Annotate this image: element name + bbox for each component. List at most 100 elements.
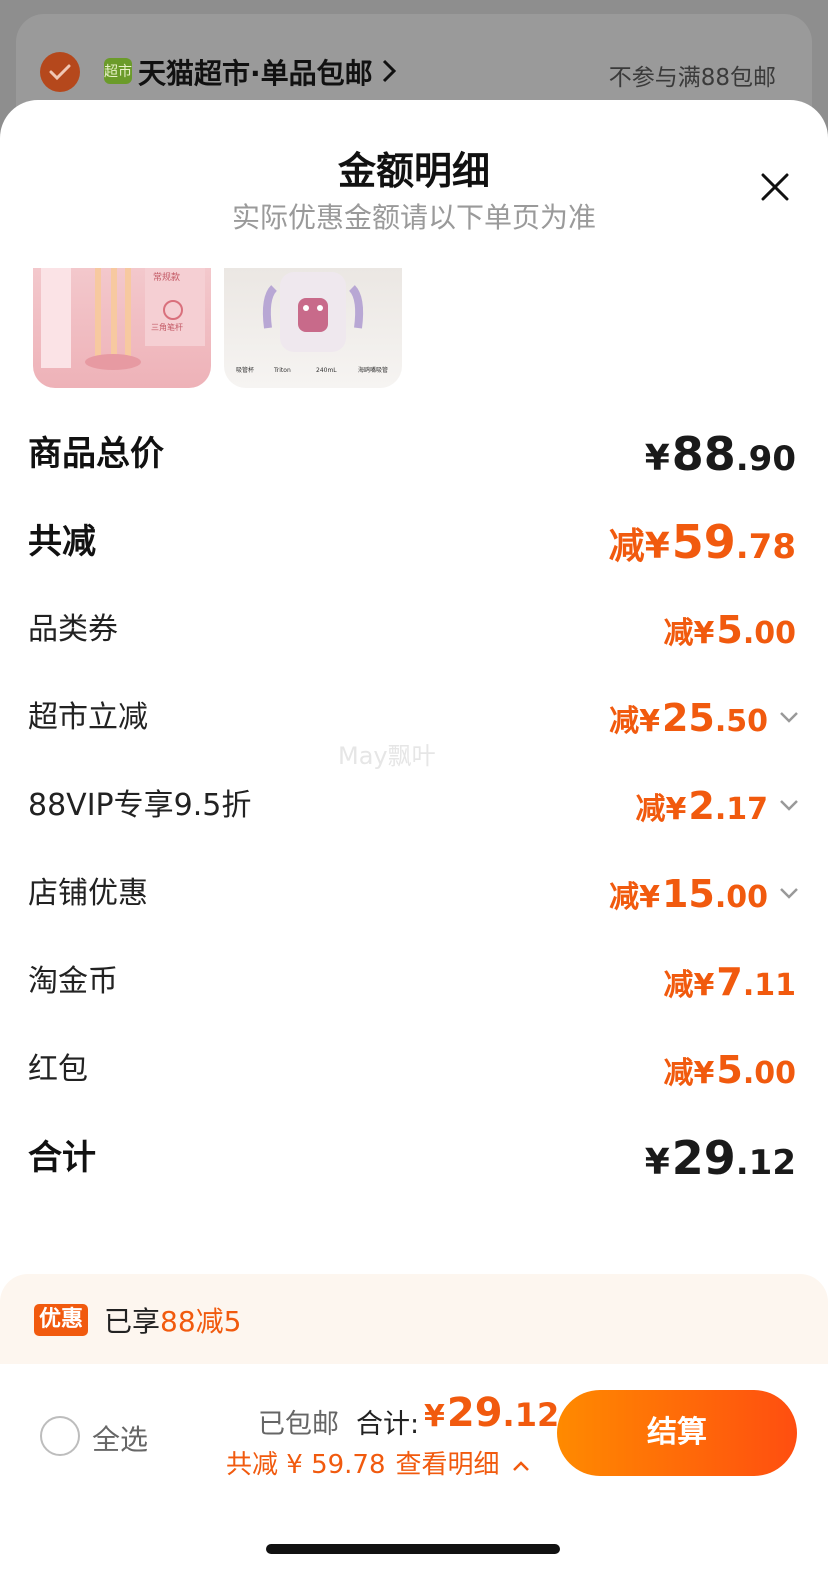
- total-label: 合计:: [356, 1409, 420, 1440]
- checkout-button[interactable]: 结算: [557, 1390, 797, 1476]
- row-label: 合计: [28, 1138, 96, 1178]
- watermark: May飘叶: [338, 742, 436, 770]
- row-label: 88VIP专享9.5折: [28, 788, 252, 823]
- promo-bar: 优惠 已享88减5: [0, 1274, 828, 1364]
- currency-symbol: ¥: [693, 1056, 715, 1091]
- total-amount: ¥29.12: [424, 1390, 559, 1436]
- row-label: 商品总价: [28, 434, 164, 474]
- amount-int: 5: [716, 608, 743, 652]
- row-shop-discount[interactable]: 店铺优惠 减¥15.00: [0, 864, 828, 924]
- currency-symbol: ¥: [693, 968, 715, 1003]
- product-thumbnail-cup[interactable]: 吸管杯 Triton 240mL 海鸥嘴吸管: [224, 268, 402, 388]
- chevron-down-icon[interactable]: [778, 794, 800, 816]
- check-icon: [49, 64, 71, 81]
- row-sum: 合计 ¥29.12: [0, 1128, 828, 1188]
- pen-product-image: 常规款 三角笔杆: [41, 268, 205, 370]
- spec-1: 吸管杯: [236, 366, 254, 374]
- row-taojinbi: 淘金币 减¥7.11: [0, 952, 828, 1012]
- amount-int: 29: [446, 1390, 503, 1436]
- row-amount: 减¥25.50: [609, 688, 768, 756]
- currency-symbol: ¥: [644, 1142, 670, 1183]
- sheet-subtitle: 实际优惠金额请以下单页为准: [231, 201, 596, 234]
- chevron-down-icon[interactable]: [778, 706, 800, 728]
- chevron-down-icon[interactable]: [778, 882, 800, 904]
- store-note: 不参与满88包邮: [608, 65, 776, 91]
- amount-int: 88: [671, 427, 736, 481]
- checkout-footer: 全选 已包邮 合计: ¥29.12 共减 ¥ 59.78 查看明细 结算: [0, 1364, 828, 1576]
- promo-tag: 优惠: [34, 1304, 89, 1336]
- currency-symbol: ¥: [665, 792, 687, 827]
- product-thumbnail-pens[interactable]: 常规款 三角笔杆: [33, 268, 211, 388]
- amount-dec: .00: [714, 880, 768, 915]
- view-detail-link[interactable]: 查看明细: [396, 1450, 500, 1480]
- row-amount: 减¥59.78: [609, 512, 796, 583]
- amount-dec: .90: [735, 439, 796, 479]
- row-label: 店铺优惠: [28, 876, 148, 911]
- amount-dec: .78: [735, 527, 796, 567]
- spec-4: 海鸥嘴吸管: [358, 366, 388, 374]
- reduce-prefix: 减: [635, 792, 666, 827]
- select-all-label[interactable]: 全选: [92, 1418, 148, 1458]
- currency-symbol: ¥: [644, 526, 670, 567]
- supermarket-badge: 超市: [104, 58, 132, 84]
- reduce-prefix: 减: [608, 526, 645, 567]
- spec-3: 240mL: [316, 367, 337, 374]
- reduce-prefix: 减: [609, 704, 640, 739]
- amount-dec: .17: [714, 792, 768, 827]
- currency-symbol: ¥: [639, 880, 660, 915]
- row-amount: ¥88.90: [645, 424, 796, 495]
- amount-dec: .11: [742, 968, 796, 1003]
- currency-symbol: ¥: [644, 438, 670, 479]
- currency-symbol: ¥: [693, 616, 715, 651]
- amount-dec: .12: [502, 1396, 560, 1434]
- row-amount: 减¥5.00: [664, 600, 796, 668]
- cup-product-image: 吸管杯 Triton 240mL 海鸥嘴吸管: [236, 272, 388, 374]
- row-vip-discount[interactable]: 88VIP专享9.5折 减¥2.17: [0, 776, 828, 836]
- reduce-prefix: 减: [663, 968, 694, 1003]
- amount-dec: .00: [742, 1056, 796, 1091]
- row-red-packet: 红包 减¥5.00: [0, 1040, 828, 1100]
- row-label: 淘金币: [28, 964, 118, 999]
- currency-symbol: ¥: [424, 1399, 445, 1434]
- promo-highlight: 88减5: [160, 1305, 242, 1338]
- amount-detail-sheet: 金额明细 实际优惠金额请以下单页为准 常规款 三角笔杆 吸管杯 Triton 2…: [0, 100, 828, 1576]
- row-label: 品类券: [28, 612, 118, 647]
- row-amount: ¥29.12: [645, 1128, 796, 1199]
- thumb-label-top: 常规款: [153, 271, 180, 283]
- select-all-radio[interactable]: [40, 1416, 80, 1456]
- amount-int: 5: [716, 1048, 743, 1092]
- chevron-up-icon[interactable]: [512, 1459, 530, 1473]
- row-label: 共减: [28, 522, 96, 562]
- home-indicator[interactable]: [266, 1544, 560, 1554]
- row-total-reduce: 共减 减¥59.78: [0, 512, 828, 572]
- promo-text: 已享88减5: [104, 1300, 241, 1340]
- close-icon[interactable]: [758, 170, 792, 204]
- row-amount: 减¥5.00: [664, 1040, 796, 1108]
- amount-int: 15: [661, 872, 715, 916]
- amount-int: 29: [671, 1131, 736, 1185]
- reduce-prefix: 减: [609, 880, 640, 915]
- spec-2: Triton: [273, 367, 291, 374]
- thumb-label-bottom: 三角笔杆: [151, 322, 183, 332]
- amount-int: 2: [688, 784, 715, 828]
- promo-text-prefix: 已享: [104, 1305, 161, 1338]
- store-name[interactable]: 天猫超市·单品包邮: [138, 52, 373, 92]
- amount-int: 25: [661, 696, 715, 740]
- amount-dec: .12: [735, 1143, 796, 1183]
- row-amount: 减¥7.11: [664, 952, 796, 1020]
- row-label: 超市立减: [28, 700, 148, 735]
- sheet-title: 金额明细: [337, 149, 490, 193]
- amount-int: 7: [716, 960, 743, 1004]
- chevron-right-icon[interactable]: [380, 58, 398, 84]
- currency-symbol: ¥: [639, 704, 660, 739]
- row-goods-total: 商品总价 ¥88.90: [0, 424, 828, 484]
- amount-int: 59: [671, 515, 736, 569]
- row-label: 红包: [28, 1052, 88, 1087]
- row-amount: 减¥2.17: [636, 776, 768, 844]
- saved-line[interactable]: 共减 ¥ 59.78 查看明细: [226, 1444, 530, 1481]
- saved-amount: 共减 ¥ 59.78: [226, 1450, 386, 1480]
- row-amount: 减¥15.00: [609, 864, 768, 932]
- store-checkbox[interactable]: [40, 52, 80, 92]
- reduce-prefix: 减: [663, 1056, 694, 1091]
- amount-dec: .50: [714, 704, 768, 739]
